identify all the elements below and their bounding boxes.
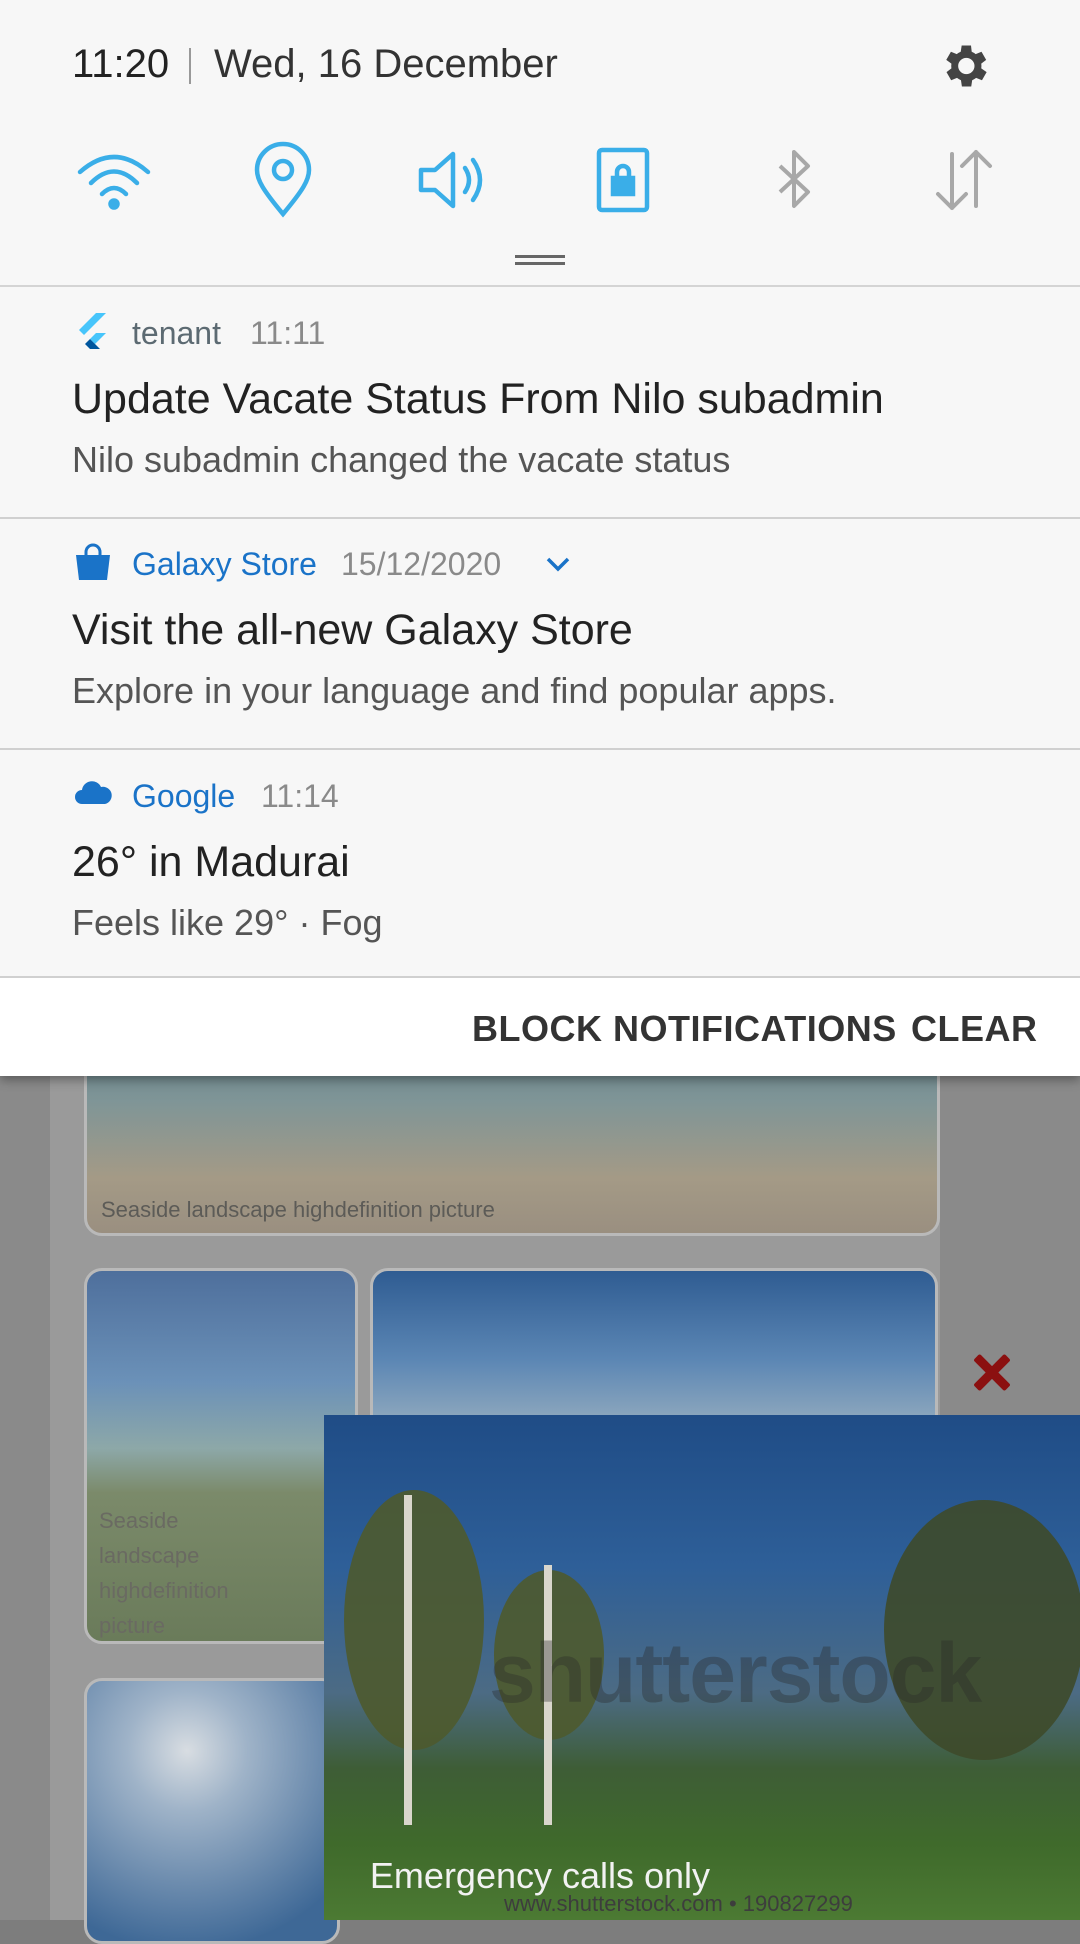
- notification-body: Explore in your language and find popula…: [72, 670, 837, 711]
- clear-button[interactable]: CLEAR: [911, 1008, 1038, 1050]
- image-caption: Seaside landscape highdefinition picture: [99, 1508, 229, 1638]
- notification-time: 11:14: [261, 778, 339, 814]
- notification-body: Nilo subadmin changed the vacate status: [72, 439, 731, 480]
- notification-time: 11:11: [250, 315, 326, 351]
- location-icon[interactable]: [243, 140, 323, 220]
- notification-body: Feels like 29° · Fog: [72, 902, 383, 943]
- notification-title: Visit the all-new Galaxy Store: [72, 606, 633, 654]
- cloud-icon: [75, 781, 112, 804]
- drag-handle[interactable]: [515, 255, 565, 265]
- status-time: 11:20: [72, 42, 170, 86]
- image-card[interactable]: [370, 1268, 938, 1434]
- notification-title: Update Vacate Status From Nilo subadmin: [72, 375, 884, 423]
- notification-card[interactable]: Galaxy Store 15/12/2020 Visit the all-ne…: [0, 518, 1080, 750]
- carrier-status: Emergency calls only: [369, 1855, 711, 1896]
- chevron-down-icon[interactable]: [544, 554, 572, 574]
- notification-time: 15/12/2020: [341, 546, 502, 582]
- video-overlay[interactable]: shutterstock www.shutterstock.com • 1908…: [324, 1415, 1080, 1920]
- status-date: Wed, 16 December: [214, 42, 558, 86]
- tree-trunk: [404, 1495, 412, 1825]
- bluetooth-icon[interactable]: [754, 140, 834, 220]
- notification-app-name: Google: [132, 778, 236, 814]
- notification-card[interactable]: tenant 11:11 Update Vacate Status From N…: [0, 287, 1080, 519]
- block-notifications-button[interactable]: BLOCK NOTIFICATIONS: [472, 1008, 897, 1050]
- watermark: shutterstock: [489, 1626, 982, 1720]
- notification-actions: BLOCK NOTIFICATIONS CLEAR: [0, 978, 1080, 1076]
- image-card[interactable]: Seaside landscape highdefinition picture: [84, 1268, 358, 1644]
- flutter-logo-icon: [79, 313, 106, 349]
- wifi-icon[interactable]: [74, 140, 154, 220]
- notification-app-name: Galaxy Store: [132, 546, 317, 582]
- notification-card[interactable]: Google 11:14 26° in Madurai Feels like 2…: [0, 750, 1080, 978]
- image-caption: Seaside landscape highdefinition picture: [101, 1197, 495, 1222]
- close-icon[interactable]: [970, 1350, 1014, 1394]
- shopping-bag-icon: [76, 543, 110, 580]
- gear-icon[interactable]: [936, 38, 992, 94]
- notification-shade: 11:20 Wed, 16 December tenant 11:11 Upda…: [0, 0, 1080, 1076]
- tree-shape: [344, 1490, 484, 1750]
- notification-app-name: tenant: [132, 315, 221, 351]
- notification-title: 26° in Madurai: [72, 838, 350, 886]
- image-card[interactable]: [84, 1678, 340, 1944]
- portrait-lock-icon[interactable]: [583, 140, 663, 220]
- data-transfer-icon[interactable]: [924, 140, 1004, 220]
- volume-icon[interactable]: [413, 140, 493, 220]
- status-separator: [189, 48, 191, 84]
